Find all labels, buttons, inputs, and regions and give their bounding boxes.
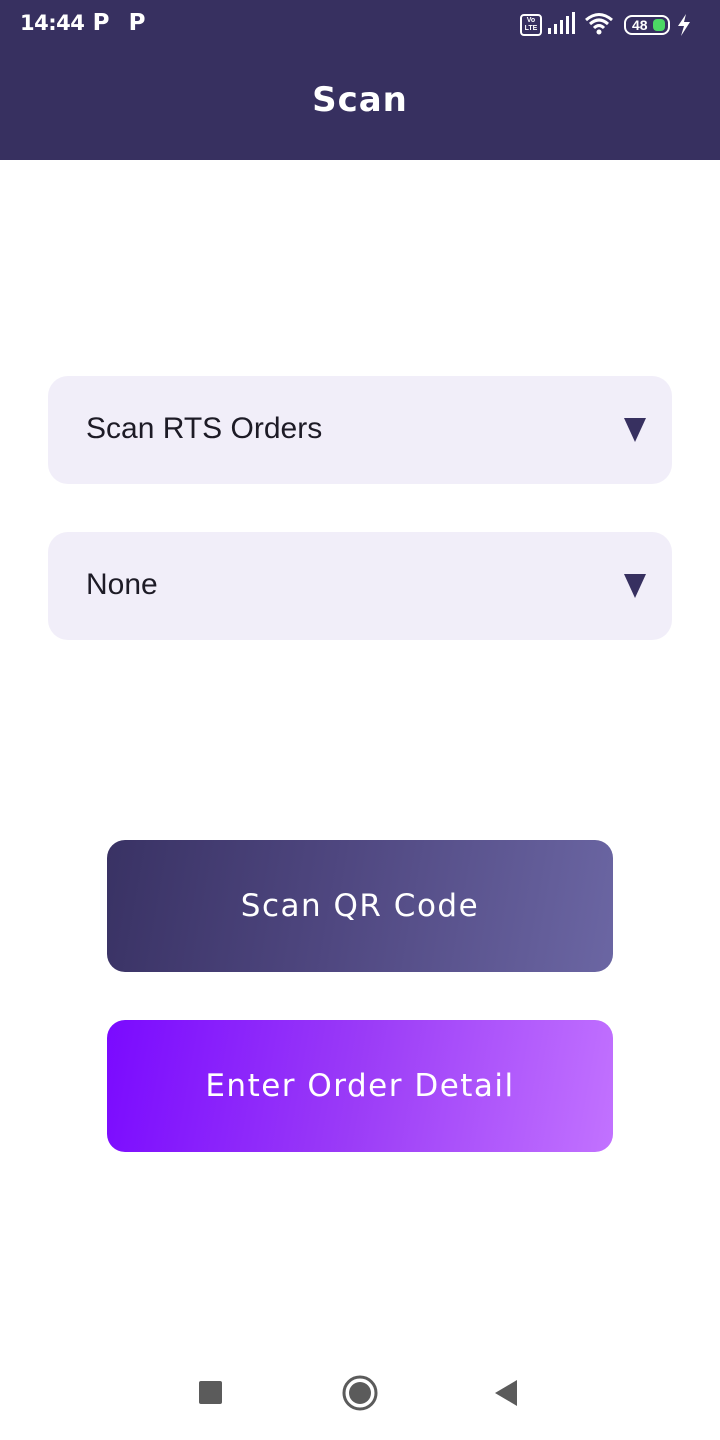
back-icon[interactable] (493, 1378, 519, 1408)
home-icon[interactable] (341, 1374, 379, 1412)
recents-icon[interactable] (199, 1381, 222, 1404)
enter-order-detail-button[interactable]: Enter Order Detail (107, 1020, 613, 1152)
battery-level: 48 (632, 17, 648, 33)
battery-fill (653, 19, 665, 31)
scan-qr-code-button[interactable]: Scan QR Code (107, 840, 613, 972)
status-bar: 14:44 P P Vo LTE 48 (0, 0, 720, 50)
notification-app-icon: P (92, 10, 110, 36)
battery-icon: 48 (624, 15, 670, 35)
status-time: 14:44 (20, 11, 85, 35)
page-title: Scan (312, 80, 408, 120)
volte-icon: Vo LTE (520, 14, 542, 36)
app-bar: Scan (0, 50, 720, 160)
charging-icon (678, 14, 690, 36)
secondary-option-dropdown[interactable]: None (48, 532, 672, 640)
wifi-icon (585, 13, 613, 35)
dropdown-arrow-icon (624, 574, 646, 598)
system-navigation-bar (0, 1340, 720, 1440)
dropdown-arrow-icon (624, 418, 646, 442)
notification-app-icon: P (128, 10, 146, 36)
order-type-selected: Scan RTS Orders (86, 412, 323, 445)
signal-icon (548, 12, 575, 34)
secondary-option-selected: None (86, 568, 158, 601)
order-type-dropdown[interactable]: Scan RTS Orders (48, 376, 672, 484)
